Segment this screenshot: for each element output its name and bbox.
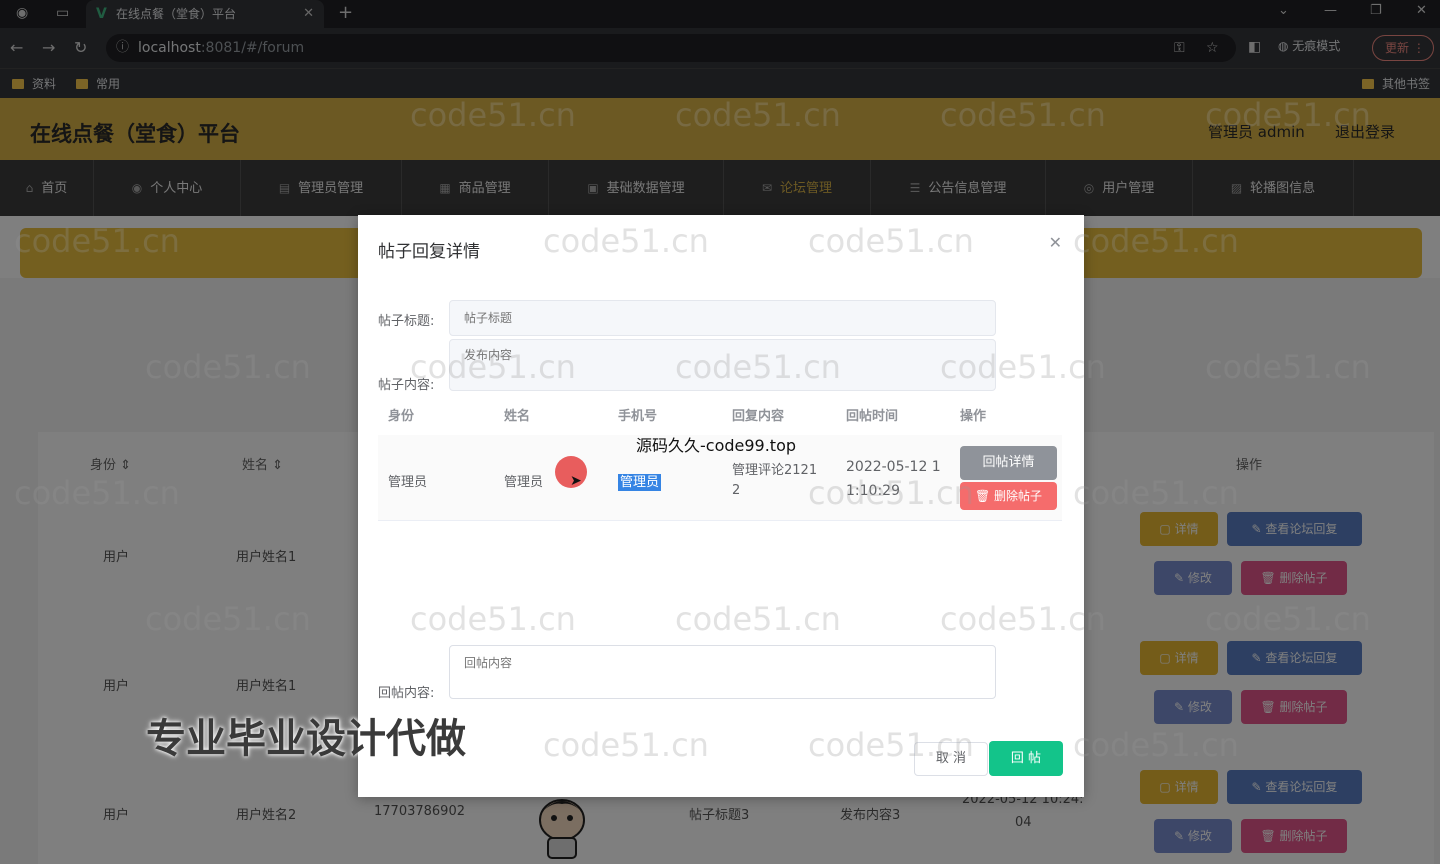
delete-reply-button[interactable]: 🗑 删除帖子 (960, 482, 1057, 510)
dialog-title: 帖子回复详情 (378, 242, 480, 262)
watermark: code51.cn (1073, 726, 1239, 764)
reply-phone: 管理员 (618, 471, 662, 491)
watermark: code51.cn (543, 222, 709, 260)
col-identity: 身份 (388, 409, 415, 424)
watermark: code51.cn (940, 96, 1106, 134)
submit-reply-button[interactable]: 回 帖 (989, 741, 1063, 776)
reply-content-cont: 2 (732, 483, 741, 498)
watermark: code51.cn (675, 96, 841, 134)
watermark: code51.cn (543, 726, 709, 764)
watermark: code51.cn (145, 600, 311, 638)
watermark: code51.cn (410, 600, 576, 638)
watermark: code51.cn (14, 474, 180, 512)
col-action: 操作 (960, 409, 987, 424)
close-icon[interactable]: ✕ (1049, 233, 1062, 252)
promo-watermark: 专业毕业设计代做 (146, 716, 466, 762)
source-watermark: 源码久久-code99.top (636, 436, 797, 455)
watermark: code51.cn (410, 96, 576, 134)
watermark: code51.cn (940, 348, 1106, 386)
post-title-field[interactable] (449, 300, 996, 336)
col-reply-content: 回复内容 (732, 409, 785, 424)
watermark: code51.cn (14, 222, 180, 260)
selected-text: 管理员 (618, 474, 662, 491)
watermark: code51.cn (808, 474, 974, 512)
btn-label: 删除帖子 (994, 489, 1043, 503)
reply-content-input[interactable] (449, 645, 996, 699)
mouse-cursor-icon: ➤ (570, 473, 582, 489)
reply-time: 2022-05-12 1 (846, 459, 941, 475)
watermark: code51.cn (808, 222, 974, 260)
reply-content: 管理评论2121 (732, 463, 818, 478)
col-phone: 手机号 (618, 409, 658, 424)
watermark: code51.cn (1205, 96, 1371, 134)
watermark: code51.cn (1205, 600, 1371, 638)
col-reply-time: 回帖时间 (846, 409, 899, 424)
watermark: code51.cn (675, 600, 841, 638)
watermark: code51.cn (145, 348, 311, 386)
watermark: code51.cn (1073, 222, 1239, 260)
watermark: code51.cn (410, 348, 576, 386)
reply-detail-button[interactable]: 回帖详情 (960, 446, 1057, 480)
trash-icon: 🗑 (974, 489, 995, 503)
watermark: code51.cn (1205, 348, 1371, 386)
post-title-label: 帖子标题: (378, 314, 435, 329)
reply-detail-dialog: 帖子回复详情 ✕ 帖子标题: 帖子内容: 身份 姓名 手机号 回复内容 回帖时间… (358, 215, 1084, 797)
reply-identity: 管理员 (388, 475, 428, 490)
watermark: code51.cn (808, 726, 974, 764)
reply-name: 管理员 (504, 475, 544, 490)
watermark: code51.cn (1073, 474, 1239, 512)
watermark: code51.cn (940, 600, 1106, 638)
reply-content-label: 回帖内容: (378, 686, 435, 701)
watermark: code51.cn (675, 348, 841, 386)
col-name: 姓名 (504, 409, 531, 424)
